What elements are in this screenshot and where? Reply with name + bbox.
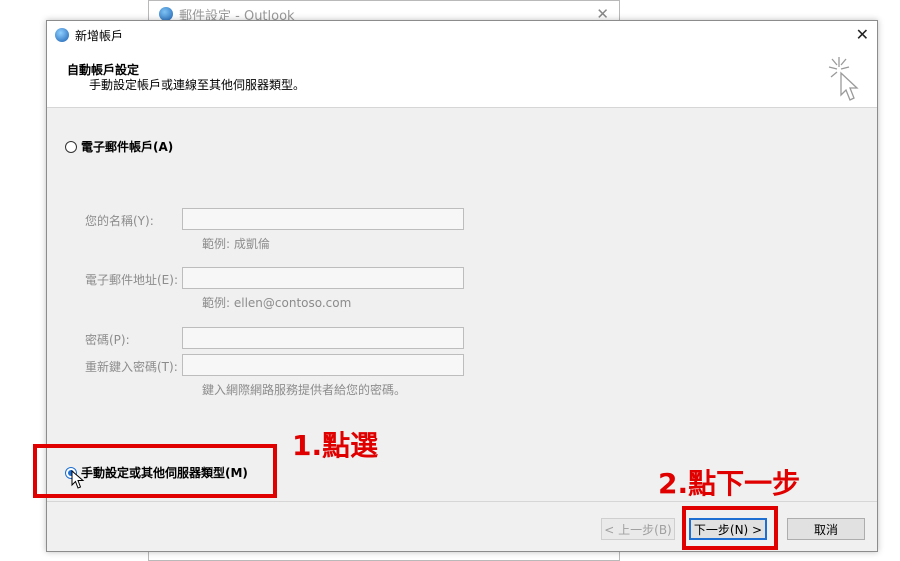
email-label: 電子郵件地址(E): <box>85 273 178 287</box>
cancel-button[interactable]: 取消 <box>787 518 865 540</box>
step1-annotation: 1.點選 <box>292 429 379 462</box>
email-account-radio[interactable] <box>65 140 77 153</box>
step2-annotation: 2.點下一步 <box>658 467 801 500</box>
password-field[interactable] <box>182 327 464 349</box>
name-field[interactable] <box>182 208 464 230</box>
password-label: 密碼(P): <box>85 333 130 347</box>
step2-highlight-box <box>682 506 778 550</box>
dialog-header: 自動帳戶設定 手動設定帳戶或連線至其他伺服器類型。 <box>47 49 877 108</box>
outlook-globe-icon <box>159 7 173 21</box>
email-account-option[interactable]: 電子郵件帳戶(A) <box>65 138 173 155</box>
email-hint: 範例: ellen@contoso.com <box>202 296 352 310</box>
email-field[interactable] <box>182 267 464 289</box>
dialog-title: 新增帳戶 <box>75 28 124 43</box>
wizard-cursor-icon <box>828 57 859 101</box>
email-account-label: 電子郵件帳戶(A) <box>81 140 174 154</box>
retype-password-field[interactable] <box>182 354 464 376</box>
close-icon[interactable]: ✕ <box>856 25 869 44</box>
dialog-globe-icon <box>55 28 69 42</box>
password-hint: 鍵入網際網路服務提供者給您的密碼。 <box>202 383 407 397</box>
name-label: 您的名稱(Y): <box>85 214 154 228</box>
dialog-titlebar: 新增帳戶 ✕ <box>47 21 877 49</box>
back-button[interactable]: < 上一步(B) <box>601 518 675 540</box>
name-hint: 範例: 成凱倫 <box>202 237 270 251</box>
header-subtitle: 手動設定帳戶或連線至其他伺服器類型。 <box>89 78 306 92</box>
retype-password-label: 重新鍵入密碼(T): <box>85 360 178 374</box>
step1-highlight-box <box>33 444 277 498</box>
